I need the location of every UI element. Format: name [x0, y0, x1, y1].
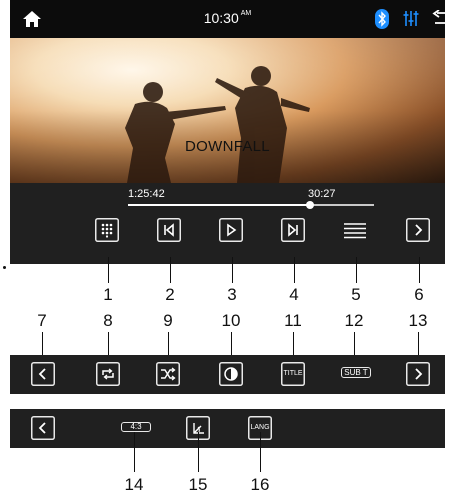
callout-14: 14: [124, 475, 144, 494]
callout-10: 10: [221, 311, 241, 330]
callout-6: 6: [414, 285, 424, 304]
video-player-screen: 10:30 AM DOWNFALL 1:25:42 30:27: [10, 0, 445, 264]
numeric-keypad-button[interactable]: [95, 218, 119, 242]
callout-5: 5: [351, 285, 361, 304]
previous-track-button[interactable]: [157, 218, 181, 242]
video-frame[interactable]: DOWNFALL: [10, 38, 445, 183]
callout-line-5: [356, 257, 357, 283]
callout-line-16: [260, 432, 261, 472]
language-button-label: LANG: [250, 424, 270, 431]
extended-control-bar-1: TITLE SUB T: [10, 355, 445, 394]
callout-7: 7: [37, 311, 47, 330]
status-bar: 10:30 AM: [10, 0, 445, 38]
next-page-button[interactable]: [406, 218, 430, 242]
margin-dot: [3, 266, 6, 269]
progress-track[interactable]: [128, 201, 374, 209]
elapsed-time: 1:25:42: [128, 188, 165, 200]
shuffle-button[interactable]: [156, 362, 180, 386]
progress-fill: [128, 204, 311, 206]
remaining-time: 30:27: [308, 188, 336, 200]
equalizer-icon[interactable]: [403, 10, 419, 27]
subtitle-button-label: SUB T: [344, 368, 368, 377]
play-button[interactable]: [219, 218, 243, 242]
callout-1: 1: [103, 285, 113, 304]
playback-controls: 1:25:42 30:27: [10, 183, 445, 264]
callout-4: 4: [289, 285, 299, 304]
aspect-ratio-label: 4:3: [130, 422, 142, 431]
next-track-button[interactable]: [281, 218, 305, 242]
callout-line-2: [170, 257, 171, 283]
callout-8: 8: [103, 311, 113, 330]
callout-line-4: [294, 257, 295, 283]
previous-page-button[interactable]: [31, 362, 55, 386]
callout-line-15: [198, 432, 199, 472]
previous-page-button-bar2[interactable]: [31, 416, 55, 440]
soldiers-silhouette: [125, 66, 310, 183]
callout-9: 9: [163, 311, 173, 330]
clock-ampm: AM: [240, 10, 252, 17]
repeat-button[interactable]: [96, 362, 120, 386]
clock-time: 10:30: [203, 10, 239, 26]
subtitle-button[interactable]: SUB T: [341, 367, 371, 378]
callout-15: 15: [188, 475, 208, 494]
progress-thumb[interactable]: [306, 201, 315, 209]
callout-13: 13: [408, 311, 428, 330]
callout-line-6: [419, 257, 420, 283]
bluetooth-icon[interactable]: [375, 9, 389, 29]
callout-3: 3: [227, 285, 237, 304]
title-button-label: TITLE: [283, 370, 303, 377]
back-arrow-icon[interactable]: [432, 10, 445, 27]
playlist-menu-icon[interactable]: [343, 218, 367, 242]
next-page-button-bar1[interactable]: [406, 362, 430, 386]
callout-line-14: [134, 432, 135, 472]
callout-12: 12: [344, 311, 364, 330]
movie-title: DOWNFALL: [185, 138, 270, 155]
callout-11: 11: [284, 311, 302, 330]
title-button[interactable]: TITLE: [281, 362, 305, 386]
callout-2: 2: [165, 285, 175, 304]
extended-control-bar-2: 4:3 LANG: [10, 409, 445, 448]
callout-line-1: [108, 257, 109, 283]
callout-line-3: [232, 257, 233, 283]
brightness-contrast-button[interactable]: [219, 362, 243, 386]
callout-16: 16: [250, 475, 270, 494]
aspect-ratio-button[interactable]: 4:3: [121, 422, 151, 432]
